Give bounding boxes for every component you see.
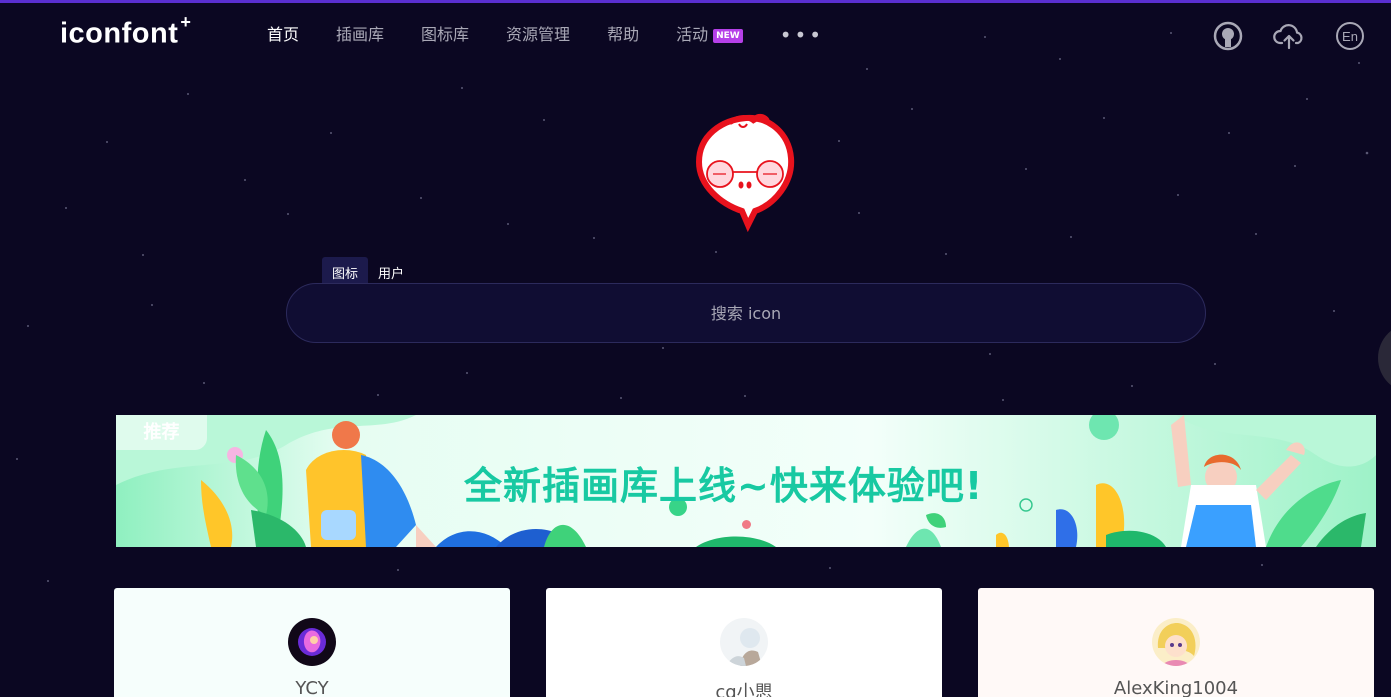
new-badge: NEW (713, 29, 743, 43)
more-menu-icon[interactable]: ••• (780, 22, 824, 48)
recommend-tag: 推荐 (116, 415, 207, 450)
header-actions: En (1183, 20, 1366, 52)
iconfont-mascot-icon (695, 113, 795, 232)
cloud-upload-icon[interactable] (1273, 20, 1305, 52)
floating-side-button[interactable] (1378, 323, 1391, 393)
github-icon[interactable] (1212, 20, 1244, 52)
search-input[interactable] (287, 284, 1205, 342)
nav-item-help[interactable]: 帮助 (607, 22, 639, 48)
user-card[interactable]: cq小愳 (546, 588, 942, 697)
avatar (1152, 618, 1200, 666)
banner-title: 全新插画库上线~快来体验吧! (464, 464, 984, 508)
logo-text: iconfont (60, 17, 179, 50)
nav-item-icon-library[interactable]: 图标库 (421, 22, 469, 48)
promo-banner[interactable]: 推荐 全新插画库上线~快来体验吧! (116, 415, 1376, 547)
nav-item-resource-management[interactable]: 资源管理 (506, 22, 570, 48)
carousel-dot[interactable] (742, 520, 751, 529)
avatar (720, 618, 768, 666)
avatar (288, 618, 336, 666)
language-en-icon[interactable]: En (1334, 20, 1366, 52)
nav-item-activities[interactable]: 活动 NEW (676, 22, 743, 48)
iconfont-logo[interactable]: iconfont + (60, 12, 191, 51)
nav-item-activities-label: 活动 (676, 25, 709, 44)
top-accent-line (0, 0, 1391, 3)
search-box (286, 283, 1206, 343)
user-name: YCY (295, 678, 329, 697)
svg-text:En: En (1342, 29, 1358, 44)
nav-item-illustrations[interactable]: 插画库 (336, 22, 384, 48)
main-nav: 首页 插画库 图标库 资源管理 帮助 活动 NEW ••• (267, 22, 824, 48)
user-card[interactable]: YCY (114, 588, 510, 697)
logo-plus: + (180, 12, 192, 32)
nav-item-home[interactable]: 首页 (267, 22, 299, 48)
user-name: AlexKing1004 (1113, 678, 1239, 697)
user-card[interactable]: AlexKing1004 (978, 588, 1374, 697)
user-name: cq小愳 (715, 682, 773, 697)
